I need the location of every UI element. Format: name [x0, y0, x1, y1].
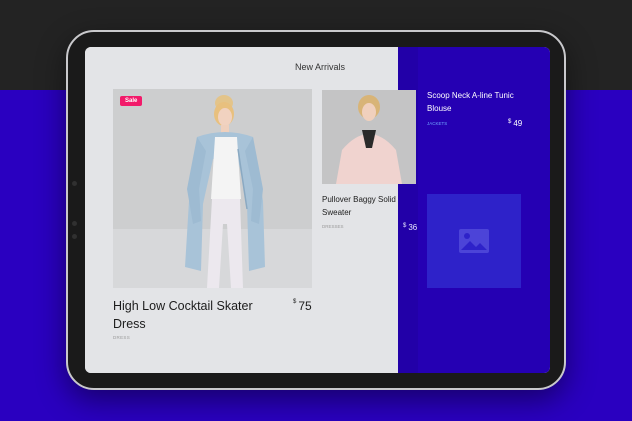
model-photo	[322, 90, 416, 184]
featured-product-image[interactable]	[113, 89, 312, 288]
currency-symbol: $	[508, 119, 512, 125]
tablet-side-button	[72, 221, 77, 226]
tablet-camera	[72, 181, 77, 186]
featured-product-price: $75	[293, 299, 312, 313]
price-value: 36	[408, 223, 418, 232]
price-value: 49	[513, 119, 523, 128]
model-photo	[185, 95, 265, 288]
featured-product-category[interactable]: DRESS	[113, 335, 130, 340]
image-placeholder-icon	[459, 229, 489, 253]
product-image-placeholder[interactable]	[427, 194, 521, 288]
product-category[interactable]: JACKETS	[427, 121, 447, 126]
currency-symbol: $	[403, 223, 407, 229]
featured-product-name[interactable]: High Low Cocktail Skater Dress	[113, 297, 263, 333]
product-image[interactable]	[322, 90, 416, 184]
price-value: 75	[298, 299, 312, 313]
product-category[interactable]: DRESSES	[322, 224, 344, 229]
product-price: $36	[403, 223, 417, 232]
product-name[interactable]: Pullover Baggy Solid Sweater	[322, 193, 398, 219]
product-name[interactable]: Scoop Neck A-line Tunic Blouse	[427, 89, 517, 115]
currency-symbol: $	[293, 299, 297, 305]
page-title: New Arrivals	[295, 62, 346, 72]
sale-badge: Sale	[120, 96, 143, 106]
tablet-side-button	[72, 234, 77, 239]
product-price: $49	[508, 119, 522, 128]
app-screen: New Arrivals Sale High Low Cocktail Skat…	[85, 47, 550, 373]
